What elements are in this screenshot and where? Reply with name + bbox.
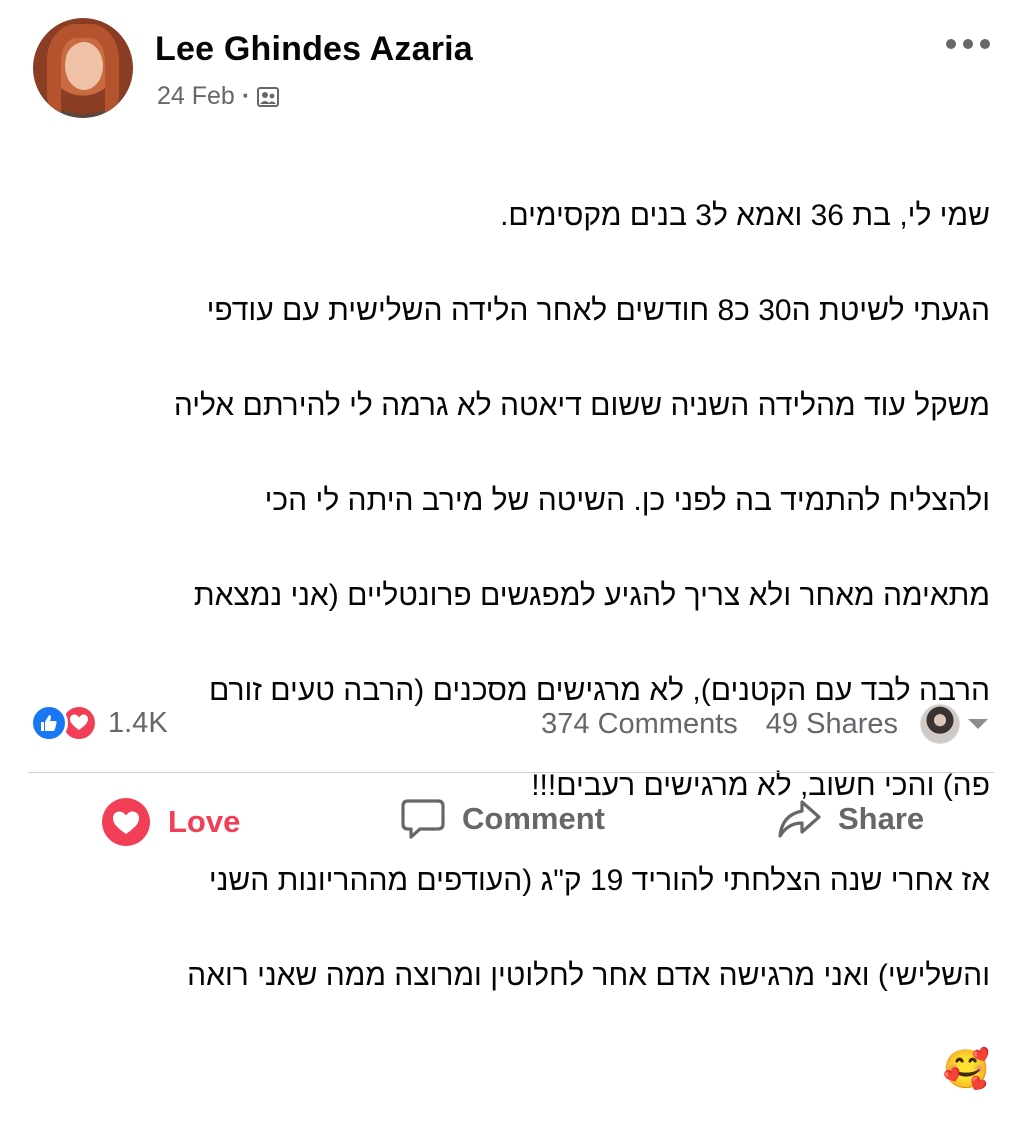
more-dot-icon: [963, 39, 973, 49]
smiling-hearts-emoji: 🥰: [942, 1048, 990, 1091]
post-line: והשלישי) ואני מרגישה אדם אחר לחלוטין ומר…: [187, 958, 990, 992]
post-meta: 24 Feb ·: [157, 82, 280, 111]
comment-icon: [401, 799, 445, 839]
like-reaction-icon: [30, 704, 68, 742]
post-line: הגעתי לשיטת ה30 כ8 חודשים לאחר הלידה השל…: [206, 293, 990, 327]
reactions-summary[interactable]: 1.4K: [30, 704, 168, 742]
post-line: ולהצליח להתמיד בה לפני כן. השיטה של מירב…: [264, 483, 990, 517]
engagement-counts: 374 Comments 49 Shares: [541, 704, 988, 744]
post-stats: 1.4K 374 Comments 49 Shares: [0, 700, 1024, 746]
author-name[interactable]: Lee Ghindes Azaria: [155, 30, 473, 69]
meta-separator: ·: [241, 82, 251, 110]
post-line: מתאימה מאחר ולא צריך להגיע למפגשים פרונט…: [193, 578, 990, 612]
divider: [28, 772, 994, 773]
post-line: משקל עוד מהלידה השניה ששום דיאטה לא גרמה…: [173, 388, 990, 422]
post-line: אז אחרי שנה הצלחתי להוריד 19 ק"ג (העודפי…: [208, 863, 990, 897]
comment-label: Comment: [462, 801, 605, 836]
post-header: Lee Ghindes Azaria 24 Feb ·: [0, 0, 1024, 130]
post-line: שמי לי, בת 36 ואמא ל3 בנים מקסימים.: [500, 198, 990, 232]
avatar-face: [65, 42, 103, 90]
viewer-avatar[interactable]: [920, 704, 960, 744]
shares-count-link[interactable]: 49 Shares: [766, 708, 898, 741]
more-dot-icon: [946, 39, 956, 49]
post-body: שמי לי, בת 36 ואמא ל3 בנים מקסימים. הגעת…: [32, 144, 990, 1142]
love-label: Love: [168, 804, 241, 839]
post-date[interactable]: 24 Feb: [157, 82, 235, 111]
caret-down-icon[interactable]: [968, 719, 988, 729]
reaction-count: 1.4K: [108, 706, 168, 739]
share-arrow-icon: [778, 800, 821, 838]
action-bar: Love Comment Share: [0, 790, 1024, 856]
comments-count-link[interactable]: 374 Comments: [541, 708, 738, 741]
comment-button[interactable]: Comment: [400, 796, 605, 842]
friends-audience-icon[interactable]: [257, 86, 280, 108]
author-avatar[interactable]: [33, 18, 133, 118]
more-dot-icon: [980, 39, 990, 49]
share-label: Share: [838, 801, 925, 836]
more-options-button[interactable]: [946, 34, 990, 54]
share-button[interactable]: Share: [776, 796, 924, 842]
love-icon: [102, 798, 150, 846]
love-button[interactable]: Love: [100, 796, 240, 848]
